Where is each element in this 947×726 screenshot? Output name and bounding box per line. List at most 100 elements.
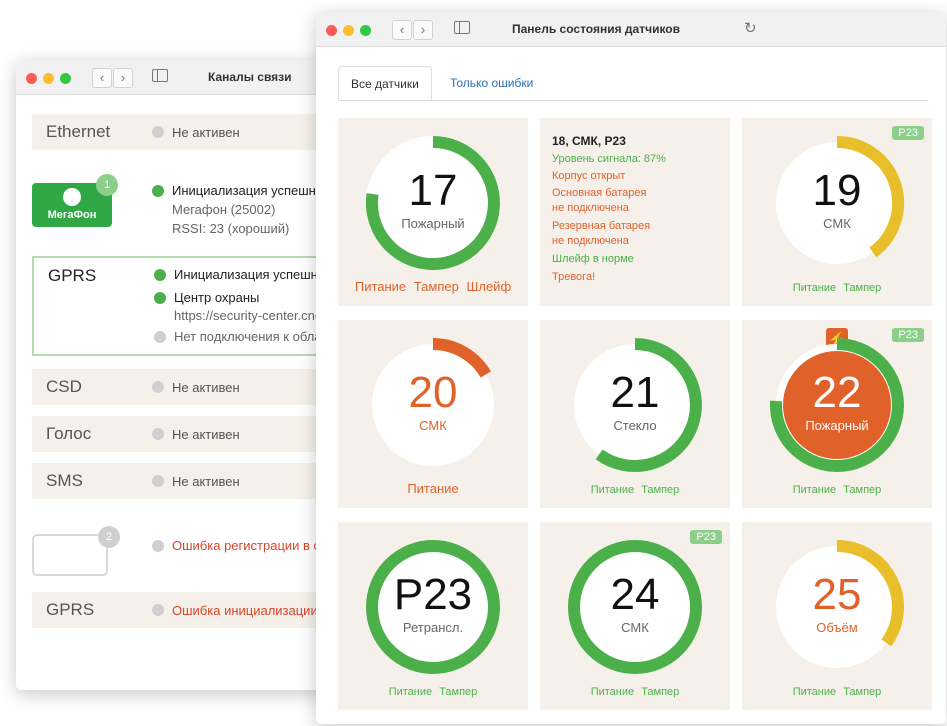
- sensor-footer: Питание Тампер: [540, 484, 730, 496]
- sensor-number: 19: [812, 166, 862, 215]
- status-dot: [152, 381, 164, 393]
- sensor-footer: Питание Тампер Шлейф: [338, 279, 528, 294]
- tamper-status: Тампер: [843, 484, 882, 496]
- sensor-card-20[interactable]: 20 СМК Питание: [338, 320, 528, 508]
- sensor-type: СМК: [621, 620, 649, 635]
- channel-name: CSD: [46, 377, 82, 396]
- main-battery-status: не подключена: [552, 202, 629, 214]
- empty-sim-icon: [32, 534, 108, 576]
- channels-window: ‹ › Каналы связи Ethernet Не активен Мег…: [16, 60, 356, 690]
- channel-row-ethernet[interactable]: Ethernet Не активен: [32, 114, 356, 150]
- sensor-footer: Питание Тампер: [742, 686, 932, 698]
- sensor-number: 25: [812, 570, 862, 619]
- sensor-card-21[interactable]: 21 Стекло Питание Тампер: [540, 320, 730, 508]
- rssi-value: RSSI: 23 (хороший): [172, 221, 290, 236]
- sensor-footer: Питание Тампер: [540, 686, 730, 698]
- sensor-card-22[interactable]: ⚡ Р23 22 Пожарный Питание Тампер: [742, 320, 932, 508]
- tamper-status: Тампер: [641, 484, 680, 496]
- sensor-type: Пожарный: [805, 418, 869, 433]
- close-dot[interactable]: [26, 73, 37, 84]
- sensor-card-18-info[interactable]: 18, СМК, Р23 Уровень сигнала: 87% Корпус…: [540, 118, 730, 306]
- sensor-number: 20: [408, 368, 458, 417]
- channel-name: Голос: [46, 424, 92, 443]
- sensor-card-24[interactable]: Р23 24 СМК Питание Тампер: [540, 522, 730, 710]
- power-status: Питание: [590, 484, 635, 496]
- sensor-card-19[interactable]: Р23 19 СМК Питание Тампер: [742, 118, 932, 306]
- power-status: Питание: [388, 686, 433, 698]
- channel-row-gprs2[interactable]: GPRS Ошибка инициализации С: [32, 592, 356, 628]
- status-dot: [152, 428, 164, 440]
- minimize-dot[interactable]: [43, 73, 54, 84]
- tab-divider: [338, 100, 928, 101]
- window-title: Каналы связи: [208, 70, 292, 84]
- status-dot: [154, 269, 166, 281]
- tab-errors-only[interactable]: Только ошибки: [450, 66, 533, 100]
- security-center-url: https://security-center.cnor: [174, 308, 327, 323]
- security-center-label: Центр охраны: [174, 290, 260, 305]
- sensor-type: СМК: [419, 418, 447, 433]
- window-title: Панель состояния датчиков: [512, 22, 680, 36]
- case-open: Корпус открыт: [552, 170, 626, 182]
- sensor-card-23[interactable]: Р23 Ретрансл. Питание Тампер: [338, 522, 528, 710]
- zoom-dot[interactable]: [60, 73, 71, 84]
- sensor-number: 17: [408, 166, 458, 215]
- left-titlebar: ‹ › Каналы связи: [16, 60, 356, 95]
- backup-battery: Резервная батарея: [552, 220, 651, 232]
- sensor-number: 22: [812, 368, 862, 417]
- sensor-type: СМК: [823, 216, 851, 231]
- power-status: Питание: [792, 282, 837, 294]
- zoom-dot[interactable]: [360, 25, 371, 36]
- status-dot: [154, 331, 166, 343]
- channel-row-gprs[interactable]: GPRS Инициализация успешно Центр охраны …: [32, 256, 356, 356]
- loop-ok: Шлейф в норме: [552, 253, 634, 265]
- channel-status: Ошибка инициализации С: [172, 603, 331, 618]
- tamper-status: Тампер: [641, 686, 680, 698]
- tamper-status: Тампер: [843, 282, 882, 294]
- power-status: Питание: [354, 279, 407, 294]
- sidebar-toggle-icon[interactable]: [454, 21, 470, 34]
- channel-row-csd[interactable]: CSD Не активен: [32, 369, 356, 405]
- channel-status: Не активен: [172, 380, 240, 395]
- tamper-status: Тампер: [439, 686, 478, 698]
- channel-status: Не активен: [172, 427, 240, 442]
- channel-name: SMS: [46, 471, 83, 490]
- close-dot[interactable]: [326, 25, 337, 36]
- loop-status: Шлейф: [466, 279, 512, 294]
- forward-icon[interactable]: ›: [113, 68, 133, 88]
- sensor-card-25[interactable]: 25 Объём Питание Тампер: [742, 522, 932, 710]
- channel-row-megafon[interactable]: МегаФон 1 Инициализация успешно Мегафон …: [32, 168, 356, 248]
- sensor-footer: Питание Тампер: [742, 282, 932, 294]
- sensor-footer: Питание Тампер: [338, 686, 528, 698]
- sensor-footer: Питание Тампер: [742, 484, 932, 496]
- forward-icon[interactable]: ›: [413, 20, 433, 40]
- sidebar-toggle-icon[interactable]: [152, 69, 168, 82]
- status-dot: [154, 292, 166, 304]
- status-dot: [152, 604, 164, 616]
- tab-all-sensors[interactable]: Все датчики: [338, 66, 432, 101]
- power-status: Питание: [407, 481, 459, 496]
- status-dot: [152, 540, 164, 552]
- channel-row-sms[interactable]: SMS Не активен: [32, 463, 356, 499]
- channel-row-sim2[interactable]: 2 Ошибка регистрации в се: [32, 522, 356, 582]
- back-icon[interactable]: ‹: [392, 20, 412, 40]
- tamper-status: Тампер: [413, 279, 459, 294]
- channel-name: GPRS: [48, 266, 97, 285]
- sensor-number: Р23: [393, 570, 473, 619]
- minimize-dot[interactable]: [343, 25, 354, 36]
- power-status: Питание: [792, 686, 837, 698]
- back-icon[interactable]: ‹: [92, 68, 112, 88]
- init-status: Инициализация успешно: [174, 267, 326, 282]
- channel-row-voice[interactable]: Голос Не активен: [32, 416, 356, 452]
- backup-battery-status: не подключена: [552, 235, 629, 247]
- sim-badge: 1: [96, 174, 118, 196]
- sensor-type: Пожарный: [401, 216, 465, 231]
- reload-icon[interactable]: ↻: [744, 19, 757, 37]
- status-dot: [152, 185, 164, 197]
- sensor-card-17[interactable]: 17 Пожарный Питание Тампер Шлейф: [338, 118, 528, 306]
- tamper-status: Тампер: [843, 686, 882, 698]
- power-status: Питание: [590, 686, 635, 698]
- sensor-number: 24: [610, 570, 660, 619]
- power-status: Питание: [792, 484, 837, 496]
- sensor-footer: Питание: [338, 481, 528, 496]
- sensor-number: 21: [610, 368, 660, 417]
